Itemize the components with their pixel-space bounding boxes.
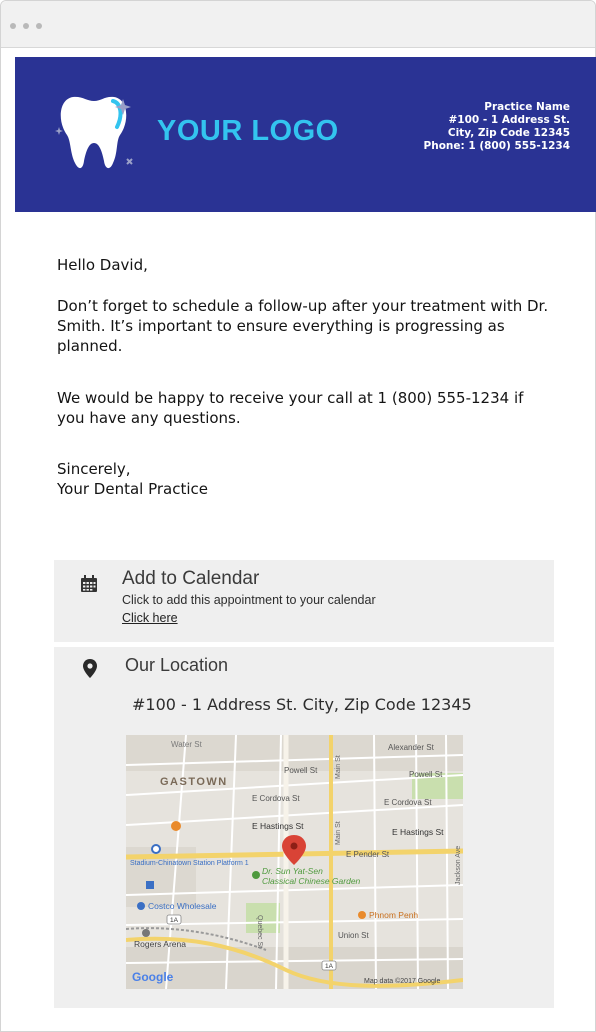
- location-address: #100 - 1 Address St. City, Zip Code 1234…: [132, 695, 472, 714]
- logo-text: YOUR LOGO: [157, 115, 339, 147]
- venue-poi-icon: [142, 929, 150, 937]
- map-pin-icon: [83, 659, 97, 678]
- poi-label: Dr. Sun Yat-Sen: [262, 866, 323, 876]
- poi-label: Costco Wholesale: [148, 901, 217, 911]
- street-label: E Hastings St: [252, 821, 304, 831]
- street-label: Quebec St: [256, 915, 263, 948]
- calendar-icon: [81, 575, 97, 592]
- practice-name: Practice Name: [484, 101, 570, 113]
- street-label: Powell St: [409, 770, 443, 779]
- close-dot[interactable]: [10, 23, 16, 29]
- minimize-dot[interactable]: [23, 23, 29, 29]
- street-label: E Cordova St: [384, 798, 432, 807]
- signoff: Sincerely,: [57, 460, 131, 478]
- location-title: Our Location: [125, 655, 229, 675]
- food-poi-icon: [171, 821, 181, 831]
- location-card: Our Location #100 - 1 Address St. City, …: [54, 647, 554, 1008]
- street-label: E Cordova St: [252, 794, 300, 803]
- message-paragraph-1: Don’t forget to schedule a follow-up aft…: [57, 297, 549, 355]
- add-to-calendar-card: Add to Calendar Click to add this appoin…: [54, 560, 554, 642]
- message-paragraph-2: We would be happy to receive your call a…: [57, 389, 524, 427]
- street-label: Powell St: [284, 766, 318, 775]
- greeting: Hello David,: [57, 256, 148, 274]
- poi-label: Stadium-Chinatown Station Platform 1: [130, 860, 249, 867]
- window-titlebar: [1, 1, 595, 48]
- map-image: Water St Powell St Powell St Alexander S…: [126, 735, 463, 989]
- location-map[interactable]: Water St Powell St Powell St Alexander S…: [126, 735, 463, 989]
- route-badge-label: 1A: [170, 917, 179, 924]
- calendar-title: Add to Calendar: [122, 568, 260, 589]
- calendar-subtitle: Click to add this appointment to your ca…: [122, 593, 376, 607]
- street-label: Union St: [338, 931, 369, 940]
- practice-phone: Phone: 1 (800) 555-1234: [423, 140, 570, 152]
- neighborhood-label: GASTOWN: [160, 776, 228, 788]
- add-to-calendar-link[interactable]: Click here: [122, 611, 178, 625]
- practice-address-line2: City, Zip Code 12345: [447, 127, 570, 139]
- shop-poi-icon: [137, 902, 145, 910]
- transit-station-icon: [146, 881, 154, 889]
- map-attribution: Map data ©2017 Google: [364, 977, 440, 985]
- park-poi-icon: [252, 871, 260, 879]
- poi-label: Rogers Arena: [134, 939, 186, 949]
- street-label: Jackson Ave: [455, 846, 462, 885]
- street-label: E Hastings St: [392, 827, 444, 837]
- practice-info: Practice Name #100 - 1 Address St. City,…: [424, 101, 570, 153]
- street-label: Main St: [335, 821, 342, 845]
- email-header: YOUR LOGO Practice Name #100 - 1 Address…: [15, 57, 596, 212]
- zoom-dot[interactable]: [36, 23, 42, 29]
- street-label: E Pender St: [346, 850, 390, 859]
- tooth-logo-icon: [55, 96, 133, 169]
- email-window: YOUR LOGO Practice Name #100 - 1 Address…: [0, 0, 596, 1032]
- signature: Your Dental Practice: [57, 480, 208, 498]
- street-label: Alexander St: [388, 743, 435, 752]
- poi-label: Phnom Penh: [369, 910, 418, 920]
- transit-poi-icon: [151, 844, 161, 854]
- practice-address-line1: #100 - 1 Address St.: [448, 114, 570, 126]
- street-label: Main St: [335, 755, 342, 779]
- route-badge-label: 1A: [325, 963, 334, 970]
- poi-label: Classical Chinese Garden: [262, 876, 361, 886]
- street-label: Water St: [171, 740, 203, 749]
- google-logo: Google: [132, 970, 174, 984]
- food-poi-icon: [358, 911, 366, 919]
